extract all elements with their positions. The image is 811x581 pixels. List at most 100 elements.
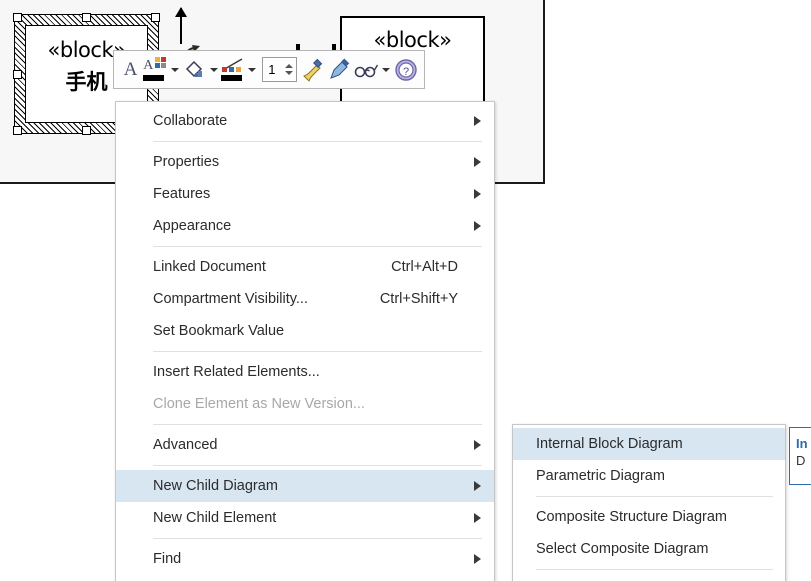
fill-color-icon[interactable] — [181, 55, 208, 85]
context-menu-item[interactable]: Find — [116, 543, 494, 575]
font-color-swatch-b — [161, 56, 167, 62]
context-menu-item[interactable]: Advanced — [116, 429, 494, 461]
font-color-swatch-c — [155, 62, 161, 68]
context-menu-item[interactable]: Appearance — [116, 210, 494, 242]
menu-separator — [153, 424, 482, 425]
submenu-item[interactable]: Internal Block Diagram — [513, 428, 785, 460]
menu-separator — [153, 246, 482, 247]
submenu-arrow-icon — [474, 513, 481, 523]
submenu-item[interactable]: Select Composite Diagram — [513, 533, 785, 565]
menu-separator — [153, 538, 482, 539]
submenu-arrow-icon — [474, 189, 481, 199]
brush-glyph — [302, 58, 322, 82]
line-width-arrows[interactable] — [282, 58, 296, 81]
line-color-swatch-a — [221, 66, 227, 72]
question-mark-glyph: ? — [394, 58, 417, 81]
arrow-up-icon[interactable] — [175, 7, 187, 44]
context-menu-item-label: Clone Element as New Version... — [153, 396, 365, 412]
context-menu-item-label: Collaborate — [153, 113, 228, 129]
resize-handle-bottom-left[interactable] — [13, 126, 22, 135]
menu-separator — [153, 141, 482, 142]
context-menu-item[interactable]: Linked Document Ctrl+Alt+D — [116, 251, 494, 283]
submenu-item[interactable]: Activity — [513, 574, 785, 581]
context-menu-item[interactable]: Copy / Paste — [116, 575, 494, 581]
context-menu-item[interactable]: New Child Diagram — [116, 470, 494, 502]
context-menu-item-shortcut: Ctrl+Alt+D — [391, 259, 458, 275]
glasses-glyph — [354, 64, 378, 77]
menu-separator — [153, 351, 482, 352]
font-style-icon[interactable]: A — [119, 55, 142, 85]
menu-separator — [153, 465, 482, 466]
context-menu-item[interactable]: Set Bookmark Value — [116, 315, 494, 347]
context-menu-item-label: Appearance — [153, 218, 232, 234]
line-color-swatch-b — [228, 66, 234, 72]
context-menu-item-label: Insert Related Elements... — [153, 364, 320, 380]
submenu-item-label: Select Composite Diagram — [536, 541, 709, 557]
show-hide-icon[interactable] — [353, 55, 380, 85]
eyedropper-icon[interactable] — [326, 55, 353, 85]
line-width-stepper[interactable]: 1 — [262, 57, 298, 82]
context-menu-item[interactable]: Collaborate — [116, 105, 494, 137]
app-root: «block» 手机 «block» 卡 — [0, 0, 811, 581]
show-hide-chevron-down-icon[interactable] — [380, 55, 392, 85]
resize-handle-top-left[interactable] — [13, 13, 22, 22]
context-menu-item[interactable]: Properties — [116, 146, 494, 178]
menu-separator — [536, 496, 773, 497]
resize-handle-top-center[interactable] — [82, 13, 91, 22]
font-color-glyph: A — [143, 57, 154, 73]
context-menu-item-label: Features — [153, 186, 211, 202]
font-color-swatch-a — [155, 56, 161, 62]
submenu-item-label: Internal Block Diagram — [536, 436, 683, 452]
block-stereotype-second: «block» — [373, 28, 452, 52]
font-color-chevron-down-icon[interactable] — [169, 55, 181, 85]
resize-handle-bottom-center[interactable] — [82, 126, 91, 135]
spinner-up-icon[interactable] — [285, 64, 294, 68]
context-menu-item-label: Advanced — [153, 437, 218, 453]
submenu-arrow-icon — [474, 116, 481, 126]
paint-bucket-glyph — [186, 60, 203, 77]
line-width-value: 1 — [268, 62, 276, 77]
submenu-arrow-icon — [474, 157, 481, 167]
submenu-item[interactable]: Parametric Diagram — [513, 460, 785, 492]
svg-text:?: ? — [402, 66, 408, 78]
eyedropper-glyph — [329, 57, 349, 79]
context-menu[interactable]: Collaborate Properties Features Appearance L… — [115, 101, 495, 581]
fill-color-chevron-down-icon[interactable] — [208, 55, 220, 85]
resize-handle-top-right[interactable] — [151, 13, 160, 22]
font-style-glyph: A — [123, 58, 138, 80]
submenu-arrow-icon — [474, 481, 481, 491]
context-menu-item-label: New Child Diagram — [153, 478, 278, 494]
line-color-icon[interactable] — [220, 55, 247, 85]
context-menu-item-label: New Child Element — [153, 510, 277, 526]
submenu-arrow-icon — [474, 221, 481, 231]
formatting-toolbar[interactable]: A A 1 ? — [113, 50, 425, 89]
context-menu-item[interactable]: New Child Element — [116, 502, 494, 534]
submenu-arrow-icon — [474, 554, 481, 564]
submenu-item[interactable]: Composite Structure Diagram — [513, 501, 785, 533]
context-menu-item[interactable]: Features — [116, 178, 494, 210]
context-menu-item-shortcut: Ctrl+Shift+Y — [379, 291, 458, 307]
resize-handle-middle-left[interactable] — [13, 70, 22, 79]
menu-separator — [536, 569, 773, 570]
context-menu-item-label: Linked Document — [153, 259, 266, 275]
spinner-down-icon[interactable] — [285, 71, 294, 75]
submenu-arrow-icon — [474, 440, 481, 450]
submenu-item-label: Parametric Diagram — [536, 468, 665, 484]
format-painter-icon[interactable] — [299, 55, 326, 85]
tooltip-body: D — [796, 453, 806, 468]
line-color-swatch-c — [235, 66, 241, 72]
help-icon[interactable]: ? — [392, 55, 419, 85]
context-menu-item-label: Compartment Visibility... — [153, 291, 308, 307]
context-menu-item-label: Find — [153, 551, 182, 567]
font-color-icon[interactable]: A — [142, 55, 169, 85]
context-menu-item[interactable]: Compartment Visibility... Ctrl+Shift+Y — [116, 283, 494, 315]
context-menu-item-label: Properties — [153, 154, 220, 170]
font-color-swatch-d — [161, 62, 167, 68]
line-color-chevron-down-icon[interactable] — [247, 55, 259, 85]
context-menu-item-label: Set Bookmark Value — [153, 323, 285, 339]
context-menu-item: Clone Element as New Version... — [116, 388, 494, 420]
font-color-bar — [143, 74, 165, 81]
context-submenu-new-child-diagram[interactable]: Internal Block Diagram Parametric Diagram… — [512, 424, 786, 581]
submenu-item-label: Composite Structure Diagram — [536, 509, 727, 525]
context-menu-item[interactable]: Insert Related Elements... — [116, 356, 494, 388]
